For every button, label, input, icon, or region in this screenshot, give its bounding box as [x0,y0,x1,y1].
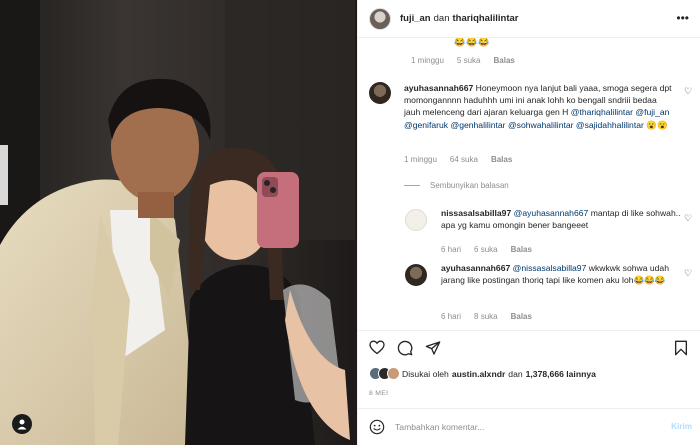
mention-link[interactable]: @nissasalsabilla97 [513,263,587,273]
author-avatar[interactable] [369,7,391,30]
liker-avatar [387,367,400,380]
coauthor-username[interactable]: thariqhalilintar [452,13,518,24]
comment-meta: 1 minggu 64 suka Balas [404,155,525,164]
post-authors: fuji_an dan thariqhalilintar [400,13,518,24]
heart-outline-icon[interactable]: ♡ [684,86,692,97]
comment-bubble-icon[interactable] [397,340,413,356]
divider-line [404,185,420,186]
comment-emojis: 😂😂😂 [633,275,666,286]
mention-link[interactable]: @sohwahalilintar [508,120,574,130]
post-photo-image [0,0,357,445]
comment-meta: 6 hari 8 suka Balas [441,312,545,321]
comments-list[interactable]: 😂😂😂 1 minggu 5 suka Balas ayuhasannah667 H… [358,38,700,330]
reply-item: nissasalsabilla97 @ayuhasannah667 mantap… [358,207,700,257]
post-side-panel: fuji_an dan thariqhalilintar ••• 😂😂😂 1 min… [357,0,700,445]
comment-text: nissasalsabilla97 @ayuhasannah667 mantap… [441,207,681,231]
add-comment-bar: Kirim [358,408,700,445]
share-paper-plane-icon[interactable] [425,340,441,356]
commenter-avatar[interactable] [405,264,427,286]
post-photo[interactable] [0,0,357,445]
comment-likes[interactable]: 8 suka [474,312,498,321]
instagram-post-view: fuji_an dan thariqhalilintar ••• 😂😂😂 1 min… [0,0,700,445]
liked-by-others[interactable]: 1,378,666 lainnya [526,369,596,379]
comment-text: ayuhasannah667 Honeymoon nya lanjut bali… [404,82,674,131]
liked-by-user[interactable]: austin.alxndr [452,369,505,379]
hide-replies-label: Sembunyikan balasan [430,181,509,190]
author-connector: dan [433,13,450,24]
comment-meta: 6 hari 6 suka Balas [441,245,545,254]
save-bookmark-icon[interactable] [674,340,688,356]
comment-input[interactable] [395,419,645,435]
commenter-username[interactable]: ayuhasannah667 [404,83,473,93]
liked-by-connector: dan [508,368,523,379]
liked-by-row: Disukai oleh austin.alxndr dan 1,378,666 la… [369,367,599,380]
reply-button[interactable]: Balas [494,56,515,65]
like-heart-icon[interactable] [369,340,385,355]
commenter-username[interactable]: ayuhasannah667 [441,263,510,273]
comment-item: ayuhasannah667 Honeymoon nya lanjut bali… [358,82,700,172]
previous-comment-meta: 1 minggu 5 suka Balas [411,56,528,65]
previous-comment-emojis: 😂😂😂 [454,38,491,47]
comment-likes[interactable]: 64 suka [450,155,478,164]
hide-replies-toggle[interactable]: Sembunyikan balasan [404,181,509,190]
mention-link[interactable]: @fuji_an [635,107,669,117]
user-tag-icon[interactable] [15,417,29,431]
comment-likes[interactable]: 6 suka [474,245,498,254]
comment-text: ayuhasannah667 @nissasalsabilla97 wkwkwk… [441,262,676,286]
liker-avatars[interactable] [369,367,400,380]
comment-time[interactable]: 6 hari [441,245,461,254]
comment-time[interactable]: 1 minggu [411,56,444,65]
mention-link[interactable]: @sajidahhalilintar [576,120,644,130]
mention-link[interactable]: @thariqhalilintar [571,107,633,117]
emoji-smiley-icon[interactable] [369,419,385,435]
commenter-avatar[interactable] [369,82,391,104]
reply-button[interactable]: Balas [511,245,532,254]
post-date[interactable]: 8 MEI [369,390,388,397]
heart-outline-icon[interactable]: ♡ [684,213,692,224]
comment-time[interactable]: 1 minggu [404,155,437,164]
commenter-avatar[interactable] [405,209,427,231]
commenter-username[interactable]: nissasalsabilla97 [441,208,511,218]
post-actions-bar [358,330,700,360]
author-username[interactable]: fuji_an [400,13,431,24]
reply-button[interactable]: Balas [491,155,512,164]
mention-link[interactable]: @genifaruk [404,120,448,130]
reply-button[interactable]: Balas [511,312,532,321]
comment-likes[interactable]: 5 suka [457,56,481,65]
liked-by-prefix: Disukai oleh [402,368,449,379]
comment-emojis: 😮😮 [646,119,668,130]
post-header: fuji_an dan thariqhalilintar ••• [358,0,700,38]
more-horizontal-icon[interactable]: ••• [676,12,689,24]
heart-outline-icon[interactable]: ♡ [684,268,692,279]
mention-link[interactable]: @genhalilintar [450,120,505,130]
reply-item: ayuhasannah667 @nissasalsabilla97 wkwkwk… [358,262,700,328]
mention-link[interactable]: @ayuhasannah667 [514,208,589,218]
send-comment-button[interactable]: Kirim [671,422,692,431]
comment-time[interactable]: 6 hari [441,312,461,321]
